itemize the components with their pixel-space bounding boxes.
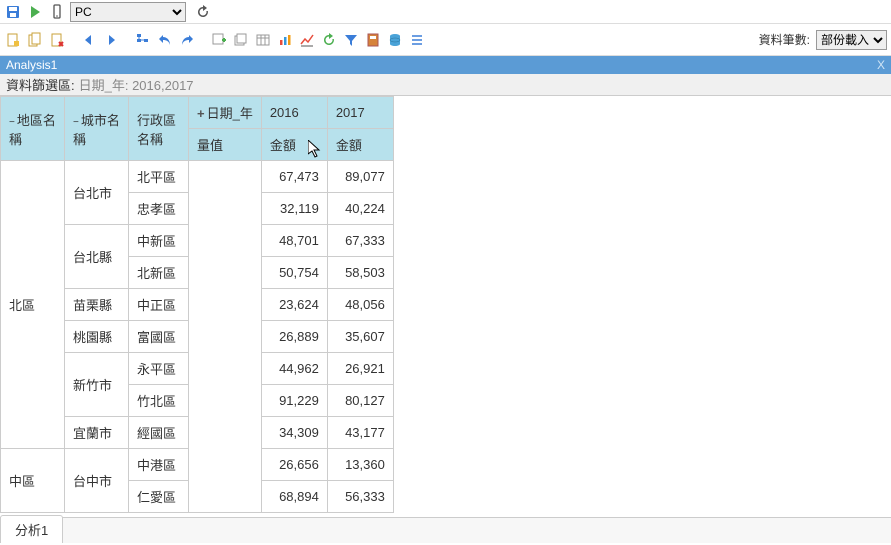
header-date[interactable]: +日期_年 bbox=[189, 97, 262, 129]
save-icon[interactable] bbox=[4, 3, 22, 21]
table-row: 北區台北市北平區67,47389,077 bbox=[1, 161, 394, 193]
filter-label: 資料篩選區: bbox=[6, 75, 75, 94]
linechart-icon[interactable] bbox=[298, 31, 316, 49]
toolbar-secondary: 資料筆數: 部份載入 bbox=[0, 24, 891, 56]
pivot-table: −地區名稱 −城市名稱 行政區名稱 +日期_年 2016 2017 量值 金額 … bbox=[0, 96, 394, 513]
cell-city[interactable]: 台北市 bbox=[65, 161, 129, 225]
table-icon[interactable] bbox=[254, 31, 272, 49]
header-city[interactable]: −城市名稱 bbox=[65, 97, 129, 161]
cell-value: 67,473 bbox=[261, 161, 327, 193]
cell-value: 32,119 bbox=[261, 193, 327, 225]
prev-icon[interactable] bbox=[80, 31, 98, 49]
analysis-title: Analysis1 bbox=[6, 58, 57, 72]
cell-value: 56,333 bbox=[327, 481, 393, 513]
header-amount-2017[interactable]: 金額 bbox=[327, 129, 393, 161]
cell-city[interactable]: 桃園縣 bbox=[65, 321, 129, 353]
cell-measure-empty bbox=[189, 161, 262, 513]
filter-value: 日期_年: 2016,2017 bbox=[79, 75, 194, 94]
database-icon[interactable] bbox=[386, 31, 404, 49]
copy-grid-icon[interactable] bbox=[232, 31, 250, 49]
cell-region[interactable]: 北區 bbox=[1, 161, 65, 449]
filter-bar: 資料篩選區: 日期_年: 2016,2017 bbox=[0, 74, 891, 96]
cell-district[interactable]: 中新區 bbox=[129, 225, 189, 257]
device-select[interactable]: PC bbox=[70, 2, 186, 22]
add-grid-icon[interactable] bbox=[210, 31, 228, 49]
analysis-titlebar: Analysis1 X bbox=[0, 56, 891, 74]
cell-value: 67,333 bbox=[327, 225, 393, 257]
cell-district[interactable]: 竹北區 bbox=[129, 385, 189, 417]
delete-doc-icon[interactable] bbox=[48, 31, 66, 49]
cell-district[interactable]: 北新區 bbox=[129, 257, 189, 289]
tree-icon[interactable] bbox=[134, 31, 152, 49]
list-icon[interactable] bbox=[408, 31, 426, 49]
cell-city[interactable]: 苗栗縣 bbox=[65, 289, 129, 321]
cell-district[interactable]: 北平區 bbox=[129, 161, 189, 193]
cell-city[interactable]: 宜蘭市 bbox=[65, 417, 129, 449]
header-year-2016[interactable]: 2016 bbox=[261, 97, 327, 129]
cell-value: 50,754 bbox=[261, 257, 327, 289]
cell-region[interactable]: 中區 bbox=[1, 449, 65, 513]
cell-value: 89,077 bbox=[327, 161, 393, 193]
cell-district[interactable]: 仁愛區 bbox=[129, 481, 189, 513]
close-icon[interactable]: X bbox=[877, 58, 885, 72]
header-measure[interactable]: 量值 bbox=[189, 129, 262, 161]
barchart-icon[interactable] bbox=[276, 31, 294, 49]
cell-district[interactable]: 忠孝區 bbox=[129, 193, 189, 225]
new-doc-icon[interactable] bbox=[4, 31, 22, 49]
cell-value: 26,921 bbox=[327, 353, 393, 385]
cell-value: 91,229 bbox=[261, 385, 327, 417]
play-icon[interactable] bbox=[26, 3, 44, 21]
tab-analysis-1[interactable]: 分析1 bbox=[0, 515, 63, 543]
cell-value: 26,889 bbox=[261, 321, 327, 353]
cell-value: 48,056 bbox=[327, 289, 393, 321]
cell-district[interactable]: 中正區 bbox=[129, 289, 189, 321]
copy-doc-icon[interactable] bbox=[26, 31, 44, 49]
cell-value: 13,360 bbox=[327, 449, 393, 481]
header-district[interactable]: 行政區名稱 bbox=[129, 97, 189, 161]
header-amount-2016[interactable]: 金額 bbox=[261, 129, 327, 161]
redo-icon[interactable] bbox=[178, 31, 196, 49]
tab-bar: 分析1 bbox=[0, 517, 891, 543]
cell-value: 43,177 bbox=[327, 417, 393, 449]
cell-city[interactable]: 台北縣 bbox=[65, 225, 129, 289]
reload-icon[interactable] bbox=[320, 31, 338, 49]
cell-value: 68,894 bbox=[261, 481, 327, 513]
cell-value: 80,127 bbox=[327, 385, 393, 417]
rowcount-label: 資料筆數: bbox=[759, 31, 810, 48]
cell-value: 58,503 bbox=[327, 257, 393, 289]
cell-value: 26,656 bbox=[261, 449, 327, 481]
rowcount-select[interactable]: 部份載入 bbox=[816, 30, 887, 50]
cell-district[interactable]: 富國區 bbox=[129, 321, 189, 353]
cell-value: 44,962 bbox=[261, 353, 327, 385]
calc-icon[interactable] bbox=[364, 31, 382, 49]
cell-city[interactable]: 新竹市 bbox=[65, 353, 129, 417]
cell-value: 35,607 bbox=[327, 321, 393, 353]
cell-value: 40,224 bbox=[327, 193, 393, 225]
toolbar-primary: PC bbox=[0, 0, 891, 24]
device-icon[interactable] bbox=[48, 3, 66, 21]
cell-value: 23,624 bbox=[261, 289, 327, 321]
refresh-icon[interactable] bbox=[194, 3, 212, 21]
header-year-2017[interactable]: 2017 bbox=[327, 97, 393, 129]
cell-district[interactable]: 經國區 bbox=[129, 417, 189, 449]
cell-city[interactable]: 台中市 bbox=[65, 449, 129, 513]
filter-icon[interactable] bbox=[342, 31, 360, 49]
next-icon[interactable] bbox=[102, 31, 120, 49]
cell-district[interactable]: 中港區 bbox=[129, 449, 189, 481]
header-region[interactable]: −地區名稱 bbox=[1, 97, 65, 161]
cell-district[interactable]: 永平區 bbox=[129, 353, 189, 385]
cell-value: 48,701 bbox=[261, 225, 327, 257]
cell-value: 34,309 bbox=[261, 417, 327, 449]
undo-icon[interactable] bbox=[156, 31, 174, 49]
